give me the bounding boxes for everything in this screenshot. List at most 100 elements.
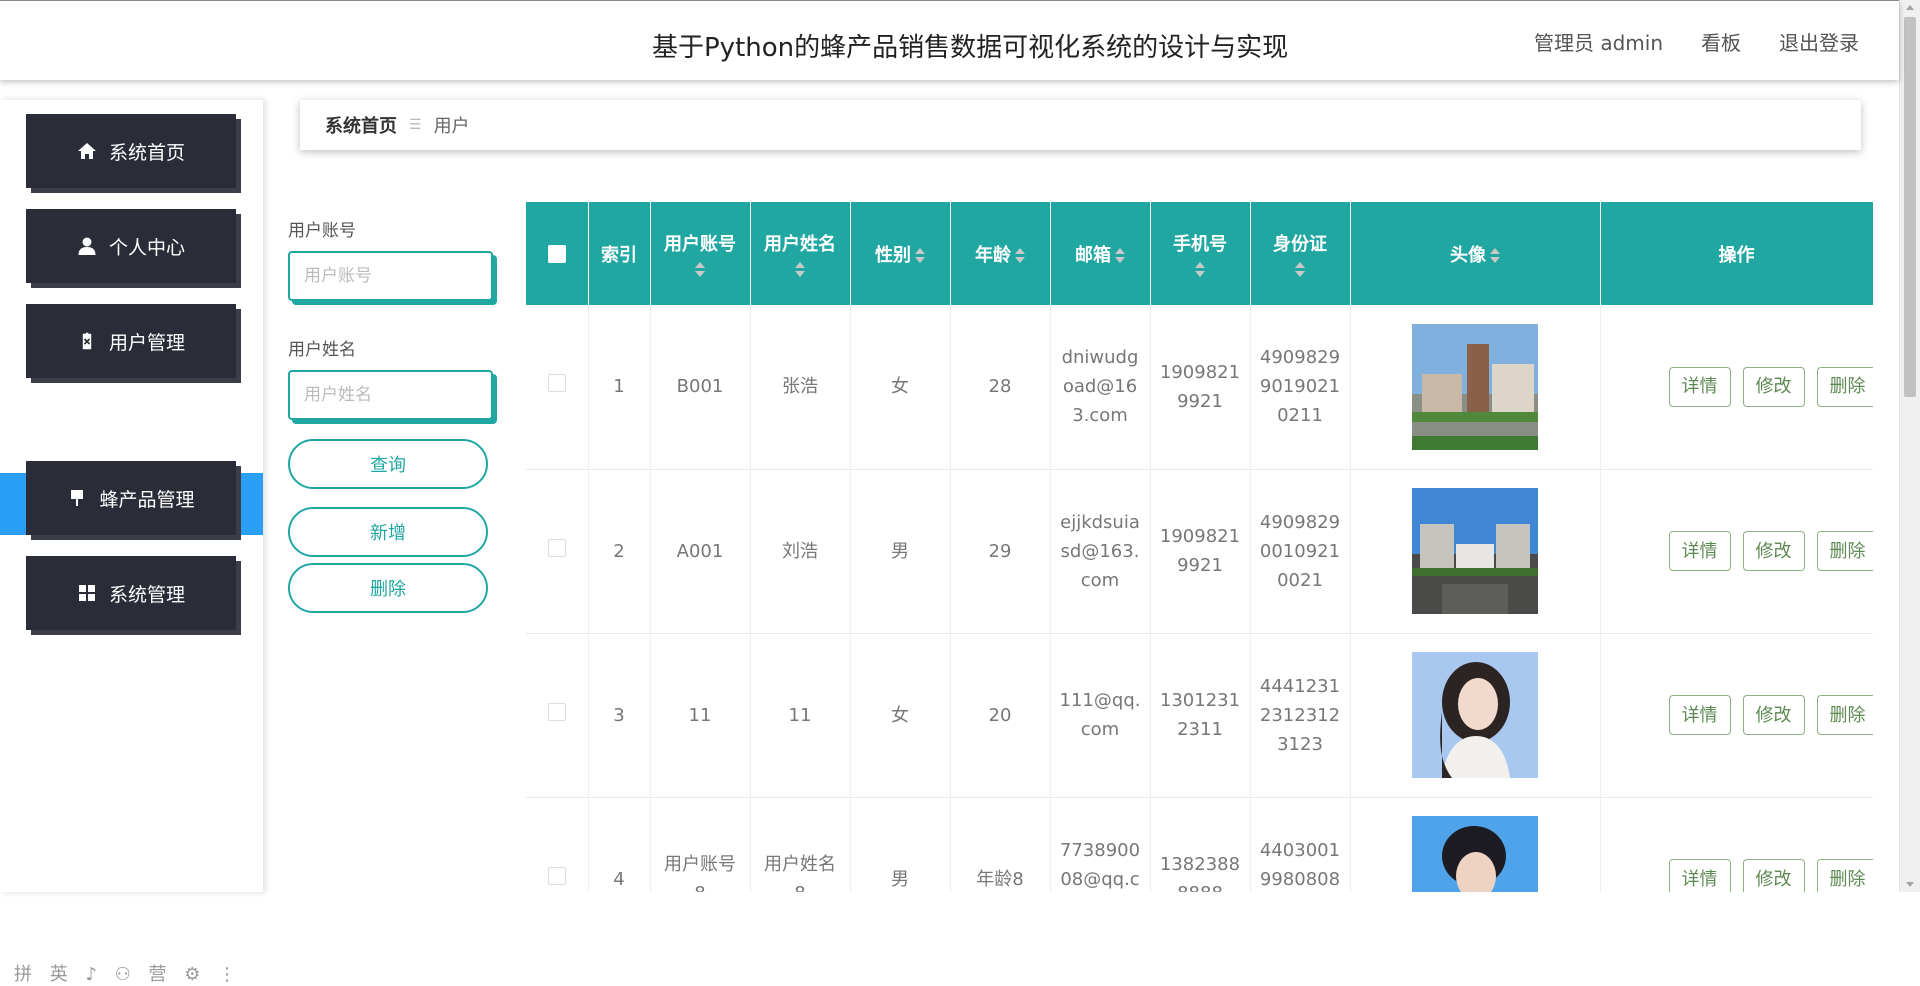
table-row: 2 A001 刘浩 男 29 ejjkdsuiasd@163.com 19098… bbox=[526, 469, 1873, 633]
grid-icon bbox=[78, 585, 95, 601]
select-all-checkbox[interactable] bbox=[526, 202, 589, 305]
avatar-building-image[interactable] bbox=[1412, 323, 1538, 450]
edit-button[interactable]: 修改 bbox=[1742, 859, 1805, 892]
sort-icon[interactable] bbox=[1015, 248, 1025, 263]
name-label: 用户姓名 bbox=[288, 340, 356, 360]
cell-name: 张浩 bbox=[750, 305, 851, 469]
col-actions: 操作 bbox=[1600, 202, 1873, 305]
cell-name: 用户姓名8 bbox=[750, 797, 851, 892]
name-search-input[interactable] bbox=[288, 370, 493, 420]
query-button[interactable]: 查询 bbox=[288, 439, 488, 489]
row-delete-button[interactable]: 删除 bbox=[1816, 859, 1873, 892]
cell-name: 11 bbox=[750, 633, 851, 797]
col-account[interactable]: 用户账号 bbox=[650, 202, 751, 305]
sort-icon[interactable] bbox=[1295, 262, 1305, 277]
delete-button[interactable]: 删除 bbox=[288, 563, 488, 613]
col-name[interactable]: 用户姓名 bbox=[750, 202, 851, 305]
sort-icon[interactable] bbox=[795, 262, 805, 277]
account-label: 用户账号 bbox=[288, 221, 356, 241]
page-scrollbar[interactable] bbox=[1899, 0, 1920, 892]
cell-gender: 男 bbox=[850, 469, 951, 633]
col-gender[interactable]: 性别 bbox=[850, 202, 951, 305]
add-button[interactable]: 新增 bbox=[288, 507, 488, 557]
breadcrumb-home[interactable]: 系统首页 bbox=[325, 112, 397, 138]
col-age[interactable]: 年龄 bbox=[950, 202, 1051, 305]
row-checkbox[interactable] bbox=[547, 702, 566, 721]
cell-id-card: 490982990190210211 bbox=[1250, 305, 1351, 469]
cell-id-card: 444123123123123123 bbox=[1250, 633, 1351, 797]
cell-id-card: 490982900109210021 bbox=[1250, 469, 1351, 633]
cell-phone: 19098219921 bbox=[1150, 305, 1251, 469]
cell-avatar bbox=[1350, 797, 1601, 892]
cell-index: 4 bbox=[588, 797, 651, 892]
sort-icon[interactable] bbox=[1490, 248, 1500, 263]
board-link[interactable]: 看板 bbox=[1701, 27, 1741, 56]
col-index: 索引 bbox=[588, 202, 651, 305]
top-header: 基于Python的蜂产品销售数据可视化系统的设计与实现 管理员 admin 看板… bbox=[0, 0, 1899, 80]
row-delete-button[interactable]: 删除 bbox=[1816, 531, 1873, 571]
cell-gender: 女 bbox=[850, 633, 951, 797]
row-checkbox[interactable] bbox=[547, 866, 566, 885]
table-row: 4 用户账号8 用户姓名8 男 年龄8 773890008@qq.com 138… bbox=[526, 797, 1873, 892]
sidebar-item-product-management[interactable]: 蜂产品管理 bbox=[26, 461, 236, 535]
col-avatar-label: 头像 bbox=[1450, 244, 1486, 266]
sort-icon[interactable] bbox=[1195, 262, 1205, 277]
product-icon bbox=[71, 490, 84, 506]
clipboard-icon bbox=[81, 331, 93, 351]
cell-account: 用户账号8 bbox=[650, 797, 751, 892]
detail-button[interactable]: 详情 bbox=[1668, 695, 1731, 735]
sidebar-item-home[interactable]: 系统首页 bbox=[26, 114, 236, 188]
breadcrumb: 系统首页 ☰ 用户 bbox=[300, 100, 1861, 150]
col-account-label: 用户账号 bbox=[664, 234, 736, 255]
cell-actions: 详情 修改 删除 bbox=[1600, 797, 1873, 892]
table-header-row: 索引 用户账号 用户姓名 性别 年龄 邮箱 手机号 身份证 头像 操作 bbox=[526, 202, 1873, 305]
row-checkbox[interactable] bbox=[547, 538, 566, 557]
app-title: 基于Python的蜂产品销售数据可视化系统的设计与实现 bbox=[652, 33, 1289, 63]
detail-button[interactable]: 详情 bbox=[1668, 531, 1731, 571]
sidebar-item-label: 用户管理 bbox=[108, 331, 185, 354]
cell-id-card: 440300199808080808 bbox=[1250, 797, 1351, 892]
header-links: 管理员 admin 看板 退出登录 bbox=[1534, 27, 1859, 56]
breadcrumb-separator-icon: ☰ bbox=[409, 117, 422, 133]
col-avatar[interactable]: 头像 bbox=[1350, 202, 1601, 305]
cell-age: 20 bbox=[950, 633, 1051, 797]
admin-user-link[interactable]: 管理员 admin bbox=[1534, 27, 1663, 56]
edit-button[interactable]: 修改 bbox=[1742, 695, 1805, 735]
row-delete-button[interactable]: 删除 bbox=[1816, 695, 1873, 735]
sidebar-item-profile[interactable]: 个人中心 bbox=[26, 209, 236, 283]
avatar-portrait-image[interactable] bbox=[1412, 652, 1538, 778]
col-phone-label: 手机号 bbox=[1173, 234, 1227, 255]
sort-icon[interactable] bbox=[915, 248, 925, 263]
cell-actions: 详情 修改 删除 bbox=[1600, 305, 1873, 469]
col-name-label: 用户姓名 bbox=[764, 234, 836, 255]
avatar-portrait-image[interactable] bbox=[1412, 816, 1538, 892]
scroll-up-icon[interactable] bbox=[1906, 5, 1914, 10]
logout-link[interactable]: 退出登录 bbox=[1779, 27, 1859, 56]
edit-button[interactable]: 修改 bbox=[1742, 366, 1805, 407]
cell-phone: 13012312311 bbox=[1150, 633, 1251, 797]
row-delete-button[interactable]: 删除 bbox=[1816, 366, 1873, 407]
detail-button[interactable]: 详情 bbox=[1668, 366, 1731, 407]
avatar-building-image[interactable] bbox=[1412, 488, 1538, 614]
col-phone[interactable]: 手机号 bbox=[1150, 202, 1251, 305]
cell-email: dniwudgoad@163.com bbox=[1050, 305, 1151, 469]
col-email[interactable]: 邮箱 bbox=[1050, 202, 1151, 305]
col-age-label: 年龄 bbox=[975, 244, 1011, 266]
scrollbar-thumb[interactable] bbox=[1904, 17, 1916, 397]
sort-icon[interactable] bbox=[695, 262, 705, 277]
ime-toolbar: 拼 英 ♪ ⚇ 营 ⚙ ⋮ bbox=[14, 964, 243, 985]
cell-index: 3 bbox=[588, 633, 651, 797]
sort-icon[interactable] bbox=[1115, 248, 1125, 263]
cell-phone: 19098219921 bbox=[1150, 469, 1251, 633]
row-checkbox[interactable] bbox=[547, 374, 566, 393]
detail-button[interactable]: 详情 bbox=[1668, 859, 1731, 892]
col-id-card[interactable]: 身份证 bbox=[1250, 202, 1351, 305]
sidebar: 系统首页 个人中心 用户管理 用户 蜂产品管理 系统管理 拼 英 ♪ ⚇ 营 ⚙… bbox=[0, 100, 263, 985]
sidebar-item-user-management[interactable]: 用户管理 bbox=[26, 304, 236, 378]
sidebar-item-system-management[interactable]: 系统管理 bbox=[26, 556, 236, 630]
scroll-down-icon[interactable] bbox=[1906, 882, 1914, 887]
edit-button[interactable]: 修改 bbox=[1742, 531, 1805, 571]
cell-phone: 13823888888 bbox=[1150, 797, 1251, 892]
account-search-input[interactable] bbox=[288, 251, 493, 301]
col-gender-label: 性别 bbox=[875, 244, 911, 266]
